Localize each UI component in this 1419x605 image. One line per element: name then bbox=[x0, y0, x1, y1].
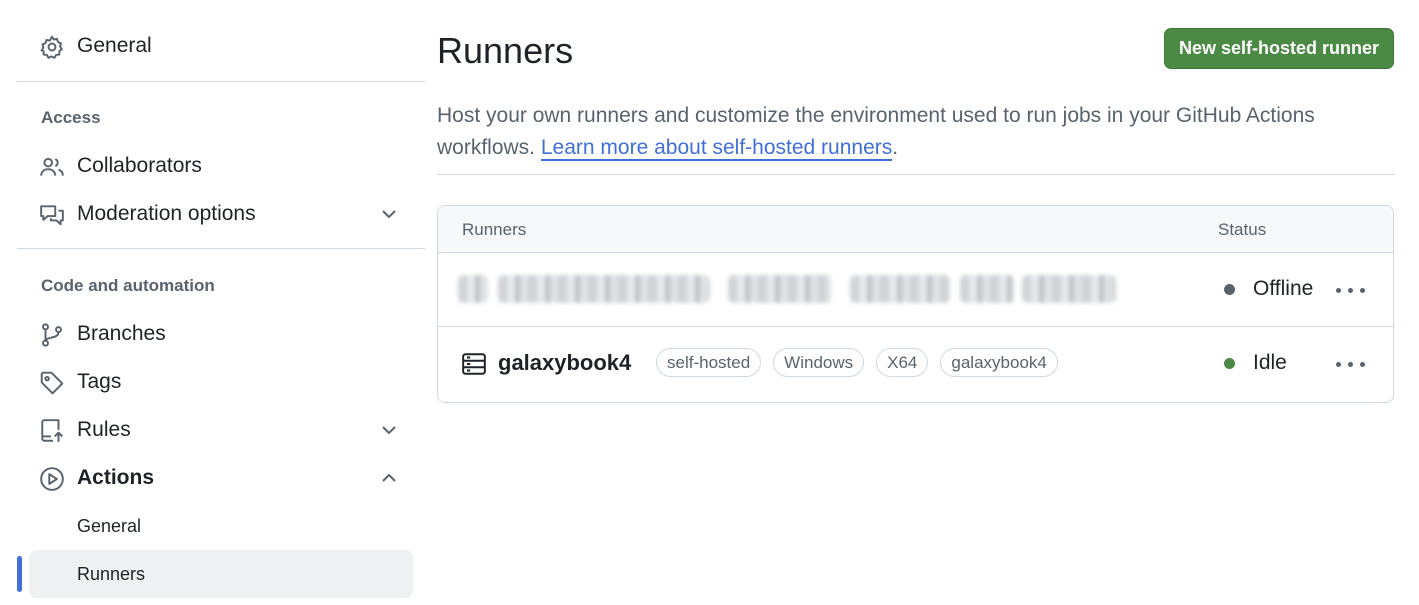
runner-status: Idle bbox=[1224, 351, 1287, 375]
sidebar-item-actions[interactable]: Actions bbox=[17, 456, 413, 500]
section-title-code-automation: Code and automation bbox=[41, 276, 215, 295]
chevron-down-icon[interactable] bbox=[379, 420, 399, 440]
runner-labels: self-hosted Windows X64 galaxybook4 bbox=[656, 348, 1058, 377]
description-period: . bbox=[892, 136, 899, 159]
runners-table: Runners Status Offline galaxybook4 self-… bbox=[437, 205, 1394, 403]
table-row[interactable]: galaxybook4 self-hosted Windows X64 gala… bbox=[438, 327, 1393, 401]
sidebar-subitem-actions-runners[interactable]: Runners bbox=[29, 550, 413, 598]
runner-label[interactable]: self-hosted bbox=[656, 348, 762, 377]
sidebar-subitem-actions-general[interactable]: General bbox=[29, 502, 413, 550]
people-icon bbox=[40, 157, 64, 176]
git-branch-icon bbox=[42, 323, 62, 347]
status-dot bbox=[1224, 357, 1235, 369]
runner-label[interactable]: galaxybook4 bbox=[940, 348, 1058, 377]
status-text: Offline bbox=[1253, 277, 1314, 300]
column-header-runners: Runners bbox=[462, 220, 527, 239]
table-header: Runners Status bbox=[438, 206, 1393, 253]
settings-sidebar: General Access Collaborators Moderation … bbox=[17, 0, 425, 605]
section-title-access: Access bbox=[41, 108, 101, 127]
sidebar-item-label: Rules bbox=[77, 418, 131, 441]
table-row[interactable]: Offline bbox=[438, 253, 1393, 327]
server-icon bbox=[462, 353, 486, 375]
runners-settings-page: General Access Collaborators Moderation … bbox=[0, 0, 1419, 605]
status-dot bbox=[1224, 283, 1235, 295]
status-text: Idle bbox=[1253, 351, 1287, 374]
runner-status: Offline bbox=[1224, 277, 1313, 301]
sidebar-item-collaborators[interactable]: Collaborators bbox=[17, 144, 413, 188]
sidebar-item-rules[interactable]: Rules bbox=[17, 408, 413, 452]
runner-label[interactable]: X64 bbox=[876, 348, 929, 377]
new-self-hosted-runner-button[interactable]: New self-hosted runner bbox=[1164, 28, 1394, 69]
runner-label[interactable]: Windows bbox=[773, 348, 865, 377]
runner-name[interactable]: galaxybook4 bbox=[498, 350, 631, 376]
sidebar-item-label: Actions bbox=[77, 466, 155, 489]
chevron-down-icon[interactable] bbox=[379, 204, 399, 224]
redacted-label bbox=[1022, 275, 1116, 303]
sidebar-item-branches[interactable]: Branches bbox=[17, 312, 413, 356]
redacted-icon bbox=[458, 275, 488, 303]
tag-icon bbox=[40, 371, 64, 395]
sidebar-item-label: Collaborators bbox=[77, 154, 202, 177]
sidebar-subitem-label: General bbox=[77, 515, 142, 536]
redacted-label bbox=[960, 275, 1014, 303]
page-description: Host your own runners and customize the … bbox=[437, 100, 1357, 164]
active-indicator bbox=[17, 556, 22, 592]
comment-discussion-icon bbox=[40, 205, 64, 226]
kebab-horizontal-icon[interactable] bbox=[1334, 279, 1368, 303]
sidebar-item-label: General bbox=[77, 34, 152, 57]
gear-icon bbox=[40, 35, 63, 59]
kebab-horizontal-icon[interactable] bbox=[1334, 353, 1368, 377]
repo-push-icon bbox=[41, 419, 63, 442]
sidebar-divider bbox=[17, 81, 425, 82]
sidebar-divider bbox=[17, 248, 425, 249]
learn-more-link[interactable]: Learn more about self-hosted runners bbox=[540, 136, 893, 161]
play-icon bbox=[40, 467, 64, 491]
sidebar-item-general[interactable]: General bbox=[17, 24, 413, 68]
redacted-label bbox=[850, 275, 950, 303]
chevron-up-icon[interactable] bbox=[379, 468, 399, 488]
column-header-status: Status bbox=[1218, 220, 1267, 239]
header-divider bbox=[437, 174, 1395, 175]
sidebar-item-label: Branches bbox=[77, 322, 166, 345]
page-title: Runners bbox=[437, 30, 574, 71]
sidebar-item-label: Tags bbox=[77, 370, 122, 393]
sidebar-item-moderation[interactable]: Moderation options bbox=[17, 192, 413, 236]
sidebar-item-tags[interactable]: Tags bbox=[17, 360, 413, 404]
redacted-label bbox=[728, 275, 832, 303]
sidebar-subitem-label: Runners bbox=[77, 563, 146, 584]
sidebar-item-label: Moderation options bbox=[77, 202, 256, 225]
redacted-runner-name bbox=[498, 275, 710, 303]
